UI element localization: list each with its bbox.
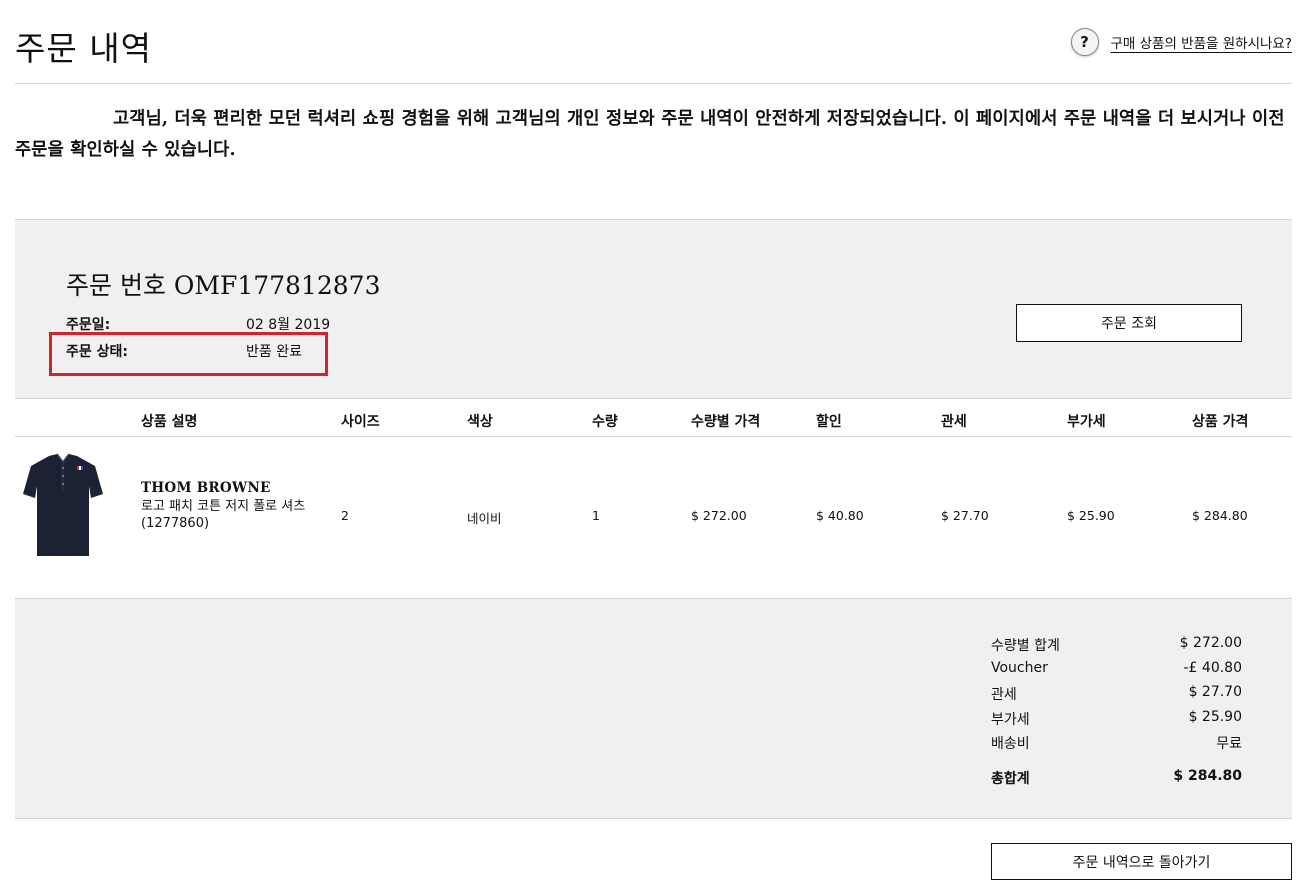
grand-total-row: 총합계 $ 284.80: [991, 768, 1242, 788]
product-code: (1277860): [141, 516, 210, 531]
order-totals-panel: 수량별 합계 $ 272.00 Voucher -£ 40.80 관세 $ 27…: [15, 598, 1292, 819]
voucher-label: Voucher: [991, 660, 1048, 676]
voucher-value: -£ 40.80: [1183, 660, 1243, 676]
item-unit-price: $ 272.00: [691, 508, 747, 523]
duty-row: 관세 $ 27.70: [991, 684, 1242, 704]
item-duty: $ 27.70: [941, 508, 989, 523]
question-icon[interactable]: ?: [1070, 28, 1099, 56]
shipping-row: 배송비 무료: [991, 733, 1242, 753]
intro-message: 고객님, 더욱 편리한 모던 럭셔리 쇼핑 경험을 위해 고객님의 개인 정보와…: [15, 109, 1285, 160]
col-total: 상품 가격: [1192, 414, 1249, 430]
col-unit-price: 수량별 가격: [691, 414, 761, 430]
vat-row: 부가세 $ 25.90: [991, 709, 1242, 729]
subtotal-value: $ 272.00: [1179, 635, 1242, 651]
item-size: 2: [341, 508, 349, 523]
duty-label: 관세: [991, 687, 1017, 703]
duty-value: $ 27.70: [1188, 684, 1242, 700]
divider: [15, 83, 1292, 84]
table-header: 상품 설명 사이즈 색상 수량 수량별 가격 할인 관세 부가세 상품 가격: [15, 398, 1292, 437]
order-date-label: 주문일:: [66, 317, 111, 333]
track-order-button[interactable]: 주문 조회: [1016, 304, 1242, 342]
return-help-link[interactable]: 구매 상품의 반품을 원하시나요?: [1111, 32, 1293, 52]
order-summary-panel: 주문 번호 OMF177812873 주문일: 02 8월 2019 주문 상태…: [15, 219, 1292, 398]
col-vat: 부가세: [1067, 414, 1106, 430]
col-discount: 할인: [816, 414, 842, 430]
order-date-row: 주문일: 02 8월 2019: [66, 314, 330, 334]
item-quantity: 1: [592, 508, 600, 523]
col-description: 상품 설명: [141, 414, 198, 430]
voucher-row: Voucher -£ 40.80: [991, 660, 1242, 676]
product-description: THOM BROWNE 로고 패치 코튼 저지 폴로 셔츠 (1277860): [141, 480, 321, 533]
product-brand[interactable]: THOM BROWNE: [141, 480, 321, 498]
table-row: THOM BROWNE 로고 패치 코튼 저지 폴로 셔츠 (1277860) …: [15, 437, 1292, 598]
product-name[interactable]: 로고 패치 코튼 저지 폴로 셔츠: [141, 498, 321, 516]
order-number: 주문 번호 OMF177812873: [66, 271, 381, 300]
grand-total-value: $ 284.80: [1173, 768, 1242, 784]
col-size: 사이즈: [341, 414, 380, 430]
navy-polo-shirt-image[interactable]: [21, 452, 105, 562]
col-color: 색상: [467, 414, 493, 430]
shipping-label: 배송비: [991, 736, 1030, 752]
item-total: $ 284.80: [1192, 508, 1248, 523]
intro-text: 고객님, 더욱 편리한 모던 럭셔리 쇼핑 경험을 위해 고객님의 개인 정보와…: [15, 104, 1295, 166]
item-vat: $ 25.90: [1067, 508, 1115, 523]
col-duty: 관세: [941, 414, 967, 430]
return-help: ? 구매 상품의 반품을 원하시나요?: [1070, 28, 1293, 56]
page-title: 주문 내역: [15, 29, 152, 68]
shipping-value: 무료: [1216, 736, 1242, 752]
subtotal-label: 수량별 합계: [991, 638, 1060, 654]
vat-value: $ 25.90: [1188, 709, 1242, 725]
subtotal-row: 수량별 합계 $ 272.00: [991, 635, 1242, 655]
status-highlight-box: [49, 332, 328, 376]
grand-total-label: 총합계: [991, 771, 1030, 787]
col-quantity: 수량: [592, 414, 618, 430]
item-color: 네이비: [467, 511, 502, 526]
item-discount: $ 40.80: [816, 508, 864, 523]
order-date-value: 02 8월 2019: [246, 317, 331, 333]
vat-label: 부가세: [991, 712, 1030, 728]
back-to-orders-button[interactable]: 주문 내역으로 돌아가기: [991, 843, 1292, 880]
